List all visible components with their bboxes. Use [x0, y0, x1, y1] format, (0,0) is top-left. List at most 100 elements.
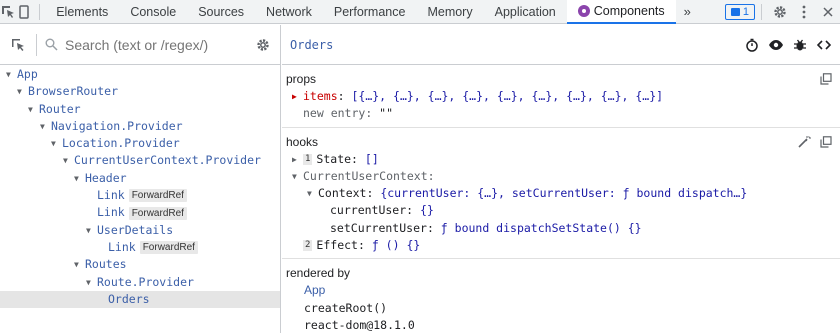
hook-set-current-user[interactable]: setCurrentUser : ƒ bound dispatchSetStat… [286, 220, 840, 237]
props-title: props [286, 72, 317, 86]
device-toolbar-icon[interactable] [16, 0, 32, 24]
tab-sources[interactable]: Sources [187, 0, 255, 24]
tree-row-router[interactable]: ▼ Router [0, 101, 280, 118]
kebab-menu-icon[interactable] [792, 0, 816, 24]
new-entry-row[interactable]: new entry : "" [286, 105, 840, 122]
tree-row-routes[interactable]: ▼ Routes [0, 256, 280, 273]
hook-current-user[interactable]: currentUser : {} [286, 202, 840, 219]
expand-arrow-icon[interactable]: ▼ [28, 101, 39, 118]
tree-row-link[interactable]: Link ForwardRef [0, 239, 280, 256]
component-tree: ▼ App ▼ BrowserRouter ▼ Router ▼ Navigat… [0, 65, 280, 309]
inspect-element-icon[interactable] [0, 0, 16, 24]
message-icon [730, 7, 740, 16]
component-name: BrowserRouter [28, 84, 119, 99]
selected-component-title: Orders [290, 37, 334, 52]
props-section: props ▶ items : [{…}, {…}, {…}, {…}, {…}… [282, 65, 840, 128]
tab-components[interactable]: Components [566, 0, 676, 24]
expand-arrow-icon[interactable]: ▼ [51, 135, 62, 152]
bug-icon[interactable] [792, 37, 808, 53]
expand-arrow-icon[interactable]: ▼ [40, 118, 51, 135]
hook-key: State [316, 151, 352, 166]
tree-search-input[interactable] [65, 33, 246, 56]
tab-application[interactable]: Application [484, 0, 567, 24]
hook-index-badge: 2 [303, 240, 313, 252]
hook-effect[interactable]: 2 Effect : ƒ () {} [286, 237, 840, 254]
tree-row-location-provider[interactable]: ▼ Location.Provider [0, 135, 280, 152]
rendered-by-item: react-dom@18.1.0 [286, 317, 840, 333]
hook-context[interactable]: ▼ Context : {currentUser: {…}, setCurren… [286, 185, 840, 202]
tab-memory[interactable]: Memory [416, 0, 483, 24]
component-name: Navigation.Provider [51, 118, 183, 133]
rendered-by-item: createRoot() [286, 300, 840, 317]
prop-items[interactable]: ▶ items : [{…}, {…}, {…}, {…}, {…}, {…},… [286, 88, 840, 105]
expand-arrow-icon[interactable]: ▼ [307, 185, 318, 202]
component-tree-pane: ▼ App ▼ BrowserRouter ▼ Router ▼ Navigat… [0, 25, 281, 333]
hook-key: setCurrentUser [330, 220, 427, 235]
component-name: UserDetails [97, 222, 174, 237]
tree-row-route-provider[interactable]: ▼ Route.Provider [0, 274, 280, 291]
rendered-by-item[interactable]: App [286, 282, 840, 299]
copy-icon[interactable] [818, 134, 834, 150]
parse-hook-names-wand-icon[interactable] [796, 134, 812, 150]
hook-key: CurrentUserContext [303, 168, 428, 183]
view-source-icon[interactable] [816, 37, 832, 53]
expand-arrow-icon[interactable]: ▼ [86, 274, 97, 291]
component-name: Orders [108, 291, 150, 306]
expand-arrow-icon[interactable]: ▼ [74, 170, 85, 187]
tree-row-header[interactable]: ▼ Header [0, 170, 280, 187]
expand-arrow-icon[interactable]: ▼ [6, 66, 17, 83]
expand-arrow-icon[interactable]: ▶ [292, 151, 303, 168]
issues-count: 1 [742, 5, 749, 18]
component-name: Link [108, 239, 136, 254]
expand-arrow-icon[interactable]: ▼ [17, 83, 28, 100]
expand-arrow-icon[interactable]: ▼ [74, 256, 85, 273]
tree-row-orders[interactable]: Orders [0, 290, 280, 309]
tree-row-userdetails[interactable]: ▼ UserDetails [0, 222, 280, 239]
tab-network[interactable]: Network [255, 0, 323, 24]
owner-text: createRoot() [304, 300, 388, 315]
close-icon[interactable] [816, 0, 840, 24]
select-element-icon[interactable] [0, 37, 36, 53]
hook-value: ƒ bound dispatchSetState() {} [440, 220, 642, 235]
inspect-dom-eye-icon[interactable] [768, 37, 784, 53]
search-icon [37, 38, 65, 51]
more-tabs-button[interactable]: » [676, 4, 699, 19]
hook-key: currentUser [330, 203, 407, 218]
tree-row-link[interactable]: Link ForwardRef [0, 187, 280, 204]
expand-arrow-icon[interactable]: ▼ [292, 168, 303, 185]
owner-link[interactable]: App [304, 282, 325, 299]
tree-row-navigation-provider[interactable]: ▼ Navigation.Provider [0, 118, 280, 135]
forwardref-badge: ForwardRef [128, 206, 187, 220]
tab-elements[interactable]: Elements [45, 0, 119, 24]
component-name: CurrentUserContext.Provider [74, 153, 261, 168]
suspend-timer-icon[interactable] [744, 37, 760, 53]
new-entry-value[interactable]: "" [379, 105, 393, 122]
devtools-tab-bar: Elements Console Sources Network Perform… [0, 0, 840, 24]
tab-performance[interactable]: Performance [323, 0, 417, 24]
hook-currentusercontext[interactable]: ▼ CurrentUserContext : [286, 168, 840, 185]
hook-index-badge: 1 [303, 153, 313, 165]
copy-icon[interactable] [818, 71, 834, 87]
hook-state[interactable]: ▶ 1 State : [] [286, 151, 840, 168]
prop-key: items [303, 89, 338, 103]
tree-row-app[interactable]: ▼ App [0, 66, 280, 83]
component-name: Link [97, 205, 125, 220]
inspector-header: Orders [282, 25, 840, 65]
hooks-section: hooks ▶ 1 State : [] ▼ CurrentUserContex… [282, 128, 840, 260]
component-settings-gear-icon[interactable] [246, 38, 280, 52]
issues-button[interactable]: 1 [724, 3, 755, 20]
inspector-pane: Orders props ▶ items : [{…}, {…}, {…}, {… [282, 25, 840, 333]
settings-gear-icon[interactable] [768, 0, 792, 24]
tree-row-browserrouter[interactable]: ▼ BrowserRouter [0, 83, 280, 100]
hook-key: Effect [316, 238, 358, 253]
expand-arrow-icon[interactable]: ▶ [292, 88, 303, 105]
expand-arrow-icon[interactable]: ▼ [86, 222, 97, 239]
tree-row-link[interactable]: Link ForwardRef [0, 204, 280, 221]
component-name: Header [85, 170, 127, 185]
tab-console[interactable]: Console [119, 0, 187, 24]
expand-arrow-icon[interactable]: ▼ [63, 152, 74, 169]
tree-row-currentusercontext-provider[interactable]: ▼ CurrentUserContext.Provider [0, 152, 280, 169]
new-entry-key[interactable]: new entry [303, 105, 365, 122]
component-name: Link [97, 188, 125, 203]
tree-search-bar [0, 25, 280, 65]
